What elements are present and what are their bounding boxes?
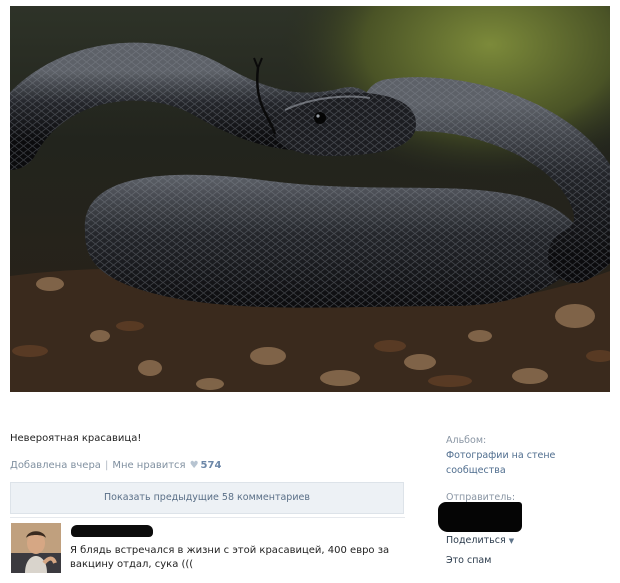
redacted-author-name (71, 525, 153, 537)
report-spam-link[interactable]: Это спам (446, 555, 491, 566)
post-meta: Добавлена вчера | Мне нравится ♥ 574 (10, 460, 221, 471)
post-photo[interactable] (10, 6, 610, 392)
added-date: Добавлена вчера (10, 460, 101, 471)
like-button[interactable]: Мне нравится ♥ 574 (112, 460, 221, 471)
caret-down-icon: ▼ (508, 537, 515, 545)
comment-text: Я блядь встречался в жизни с этой красав… (70, 545, 390, 570)
meta-separator: | (104, 460, 109, 471)
album-link[interactable]: Фотографии на стене сообщества (446, 448, 576, 478)
like-count: 574 (200, 460, 222, 471)
share-label: Поделиться (446, 535, 506, 546)
share-button[interactable]: Поделиться ▼ (446, 535, 514, 546)
like-label: Мне нравится (112, 460, 186, 471)
redacted-sender (438, 502, 522, 532)
post-caption: Невероятная красавица! (10, 433, 142, 444)
album-label: Альбом: (446, 435, 487, 446)
snake-photo-image (10, 6, 610, 392)
comment-divider (10, 517, 405, 518)
heart-icon: ♥ (189, 460, 199, 471)
avatar-image (11, 523, 61, 573)
show-previous-comments-button[interactable]: Показать предыдущие 58 комментариев (10, 482, 404, 514)
comment-avatar[interactable] (11, 523, 61, 573)
